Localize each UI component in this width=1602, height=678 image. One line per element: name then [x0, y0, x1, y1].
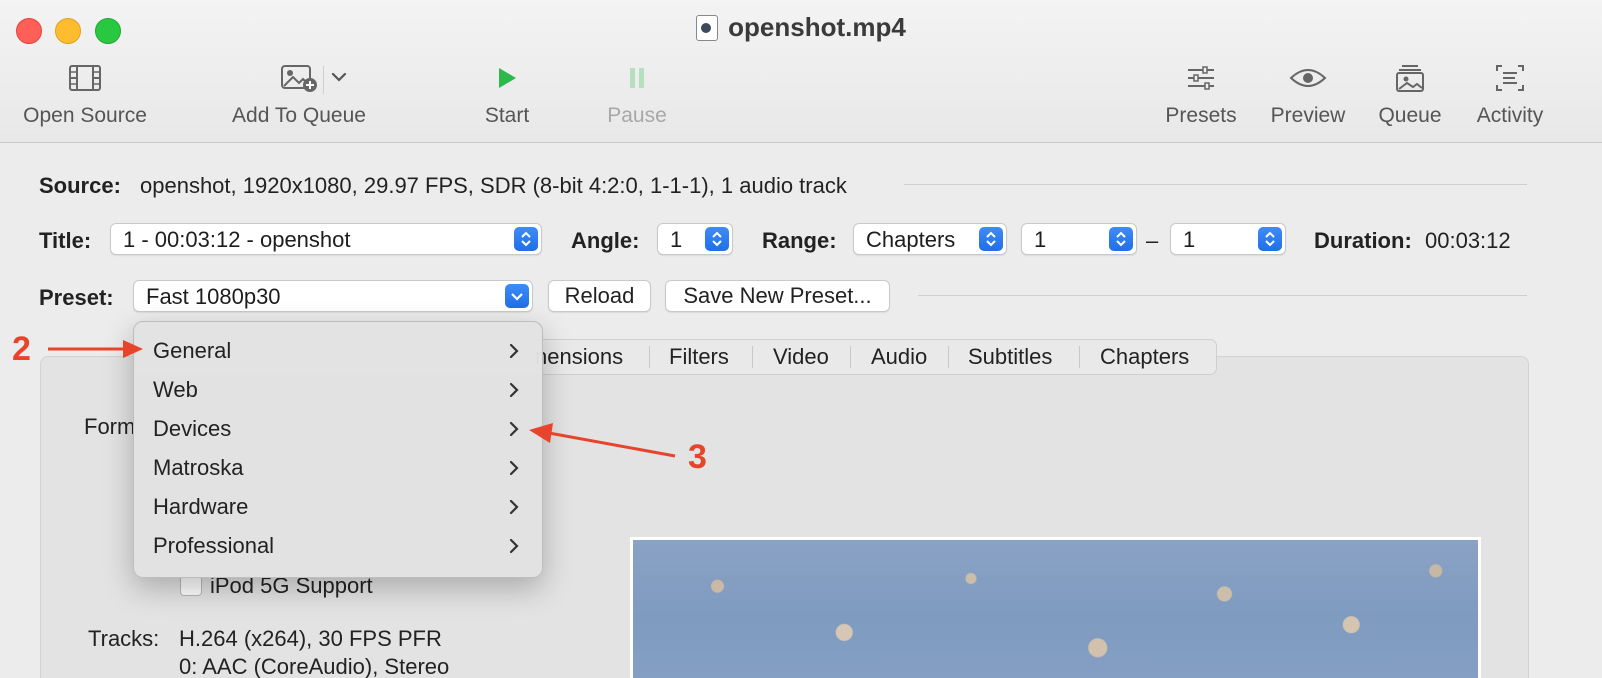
add-image-icon: [226, 60, 372, 96]
source-label: Source:: [39, 173, 121, 198]
chevron-down-icon[interactable]: [330, 70, 348, 89]
tab-audio[interactable]: Audio: [871, 344, 927, 370]
separator: [918, 295, 1527, 296]
tab-video[interactable]: Video: [773, 344, 829, 370]
chevron-right-icon: [508, 498, 520, 521]
sliders-icon: [1162, 60, 1240, 96]
tab-divider: [948, 346, 949, 368]
range-end-select[interactable]: 1: [1170, 223, 1286, 255]
activity-button[interactable]: Activity: [1470, 60, 1550, 128]
queue-stack-icon: [1375, 60, 1445, 96]
menu-item-hardware[interactable]: Hardware: [134, 488, 542, 527]
preview-thumbnail: [630, 537, 1481, 678]
updown-stepper-icon: [979, 227, 1003, 251]
pause-button[interactable]: Pause: [604, 60, 670, 128]
preset-select[interactable]: Fast 1080p30: [133, 280, 533, 312]
toolbar-divider: [323, 66, 324, 94]
chevron-right-icon: [508, 420, 520, 443]
format-label: Form: [84, 414, 136, 439]
title-select[interactable]: 1 - 00:03:12 - openshot: [110, 223, 542, 255]
updown-stepper-icon: [1109, 227, 1133, 251]
start-button[interactable]: Start: [478, 60, 536, 128]
presets-button[interactable]: Presets: [1162, 60, 1240, 128]
updown-stepper-icon: [514, 227, 538, 251]
range-label: Range:: [762, 228, 837, 253]
tab-divider: [649, 346, 650, 368]
preview-button[interactable]: Preview: [1266, 60, 1350, 128]
menu-item-devices[interactable]: Devices: [134, 410, 542, 449]
chevron-right-icon: [508, 381, 520, 404]
menu-item-matroska[interactable]: Matroska: [134, 449, 542, 488]
duration-label: Duration:: [1314, 228, 1412, 253]
title-label: Title:: [39, 228, 92, 253]
menu-item-general[interactable]: General: [134, 332, 542, 371]
tracks-video: H.264 (x264), 30 FPS PFR: [179, 626, 442, 651]
tab-subtitles[interactable]: Subtitles: [968, 344, 1052, 370]
menu-item-professional[interactable]: Professional: [134, 527, 542, 566]
eye-icon: [1266, 60, 1350, 96]
toolbar: openshot.mp4 Open Source Add To Queue St…: [0, 0, 1602, 143]
film-icon: [18, 60, 152, 96]
duration-value: 00:03:12: [1425, 228, 1511, 253]
angle-label: Angle:: [571, 228, 640, 253]
reload-button[interactable]: Reload: [548, 280, 651, 312]
tracks-label: Tracks:: [88, 626, 160, 651]
preset-menu: General Web Devices Matroska Hardware Pr…: [133, 321, 543, 578]
handbrake-window: openshot.mp4 Open Source Add To Queue St…: [0, 0, 1602, 678]
pause-icon: [604, 60, 670, 96]
tab-chapters[interactable]: Chapters: [1100, 344, 1189, 370]
activity-log-icon: [1470, 60, 1550, 96]
open-source-button[interactable]: Open Source: [18, 60, 152, 128]
updown-stepper-icon: [1258, 227, 1282, 251]
menu-item-web[interactable]: Web: [134, 371, 542, 410]
tab-divider: [850, 346, 851, 368]
range-dash: –: [1146, 228, 1159, 253]
chevron-right-icon: [508, 342, 520, 365]
queue-button[interactable]: Queue: [1375, 60, 1445, 128]
separator: [904, 184, 1527, 185]
chevron-right-icon: [508, 459, 520, 482]
updown-stepper-icon: [705, 227, 729, 251]
range-type-select[interactable]: Chapters: [853, 223, 1007, 255]
tab-filters[interactable]: Filters: [669, 344, 729, 370]
chevron-down-icon: [505, 284, 529, 308]
tab-dimensions[interactable]: nensions: [535, 344, 623, 370]
annotation-number-3: 3: [688, 438, 707, 476]
tab-divider: [1079, 346, 1080, 368]
window-title: openshot.mp4: [0, 12, 1602, 43]
add-to-queue-button[interactable]: Add To Queue: [226, 60, 372, 128]
preview-image: [633, 540, 1478, 678]
document-icon: [696, 14, 719, 41]
angle-select[interactable]: 1: [657, 223, 733, 255]
play-icon: [478, 60, 536, 96]
preset-label: Preset:: [39, 285, 114, 310]
source-info: openshot, 1920x1080, 29.97 FPS, SDR (8-b…: [140, 173, 847, 198]
save-new-preset-button[interactable]: Save New Preset...: [665, 280, 890, 312]
chevron-right-icon: [508, 537, 520, 560]
annotation-number-2: 2: [12, 330, 31, 368]
annotation-arrow-icon: [529, 423, 676, 458]
annotation-arrow-icon: [48, 340, 143, 358]
tab-divider: [752, 346, 753, 368]
range-start-select[interactable]: 1: [1021, 223, 1137, 255]
tracks-audio: 0: AAC (CoreAudio), Stereo: [179, 654, 450, 678]
